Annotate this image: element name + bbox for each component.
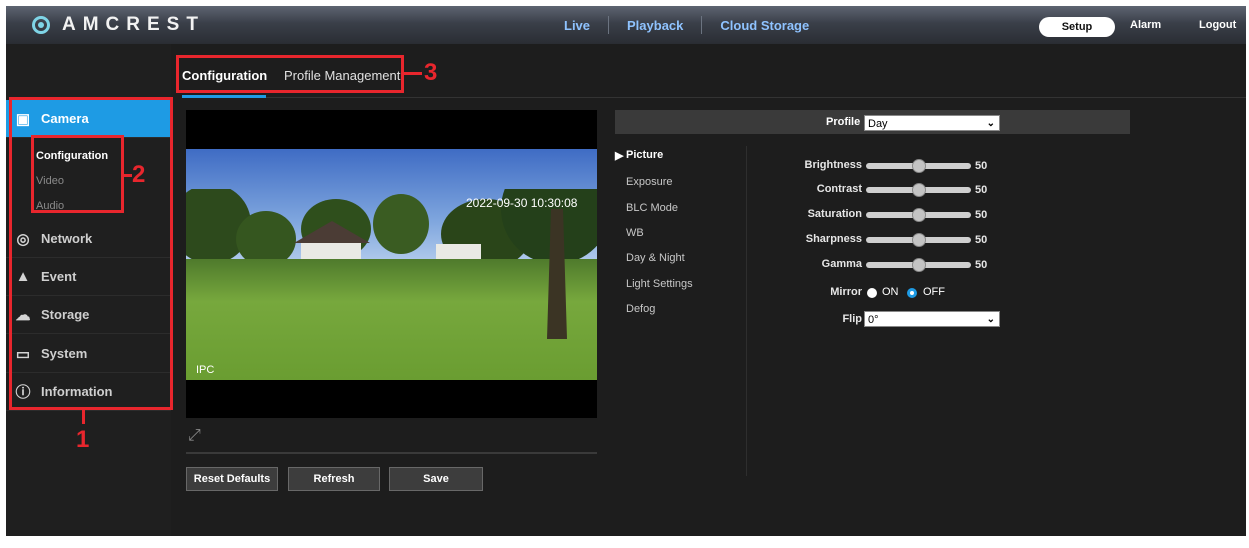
logo-icon bbox=[32, 16, 50, 34]
submenu-blc-mode[interactable]: BLC Mode bbox=[626, 202, 678, 214]
panel-divider bbox=[746, 146, 747, 476]
logo-text: AMCREST bbox=[62, 14, 205, 35]
sharpness-value: 50 bbox=[975, 234, 988, 246]
chevron-down-icon: ⌄ bbox=[986, 314, 995, 325]
gamma-value: 50 bbox=[975, 259, 988, 271]
mirror-on-radio[interactable] bbox=[867, 288, 877, 298]
submenu-label: Picture bbox=[626, 149, 664, 161]
submenu-wb[interactable]: WB bbox=[626, 227, 644, 239]
submenu-light-settings[interactable]: Light Settings bbox=[626, 278, 693, 290]
osd-channel-name: IPC bbox=[196, 364, 215, 376]
gamma-slider-knob[interactable] bbox=[912, 258, 926, 272]
refresh-button[interactable]: Refresh bbox=[288, 467, 380, 491]
saturation-label: Saturation bbox=[807, 208, 862, 220]
flip-select[interactable]: 0° ⌄ bbox=[864, 311, 1000, 327]
save-button[interactable]: Save bbox=[389, 467, 483, 491]
annotation-box-tabs bbox=[176, 55, 404, 93]
alarm-link[interactable]: Alarm bbox=[1130, 19, 1161, 31]
annotation-leader-line bbox=[124, 174, 132, 177]
saturation-value: 50 bbox=[975, 209, 988, 221]
top-bar: AMCREST Live Playback Cloud Storage Setu… bbox=[6, 6, 1246, 44]
brightness-value: 50 bbox=[975, 160, 988, 172]
triangle-right-icon: ▶ bbox=[615, 150, 624, 162]
profile-select[interactable]: Day ⌄ bbox=[864, 115, 1000, 131]
fullscreen-icon[interactable]: ⤢ bbox=[188, 427, 206, 445]
chevron-down-icon: ⌄ bbox=[986, 118, 995, 129]
flip-label: Flip bbox=[842, 313, 862, 325]
mirror-off-radio[interactable] bbox=[907, 288, 917, 298]
sharpness-slider-knob[interactable] bbox=[912, 233, 926, 247]
mirror-off-label: OFF bbox=[923, 286, 945, 298]
scene-tree-trunk bbox=[547, 209, 567, 339]
scene-roof bbox=[294, 221, 370, 243]
brightness-slider-knob[interactable] bbox=[912, 159, 926, 173]
gamma-label: Gamma bbox=[821, 258, 862, 270]
scene-lawn bbox=[186, 259, 597, 380]
video-preview: 2022-09-30 10:30:08 IPC bbox=[186, 110, 597, 418]
osd-timestamp: 2022-09-30 10:30:08 bbox=[466, 196, 578, 210]
profile-select-value: Day bbox=[868, 118, 888, 130]
nav-live[interactable]: Live bbox=[546, 18, 608, 33]
sharpness-label: Sharpness bbox=[805, 233, 862, 245]
player-bar bbox=[186, 452, 597, 454]
setup-button[interactable]: Setup bbox=[1039, 17, 1115, 37]
contrast-value: 50 bbox=[975, 184, 988, 196]
profile-label: Profile bbox=[826, 116, 861, 128]
annotation-number-3: 3 bbox=[424, 59, 438, 86]
mirror-on-label: ON bbox=[882, 286, 899, 298]
contrast-slider-knob[interactable] bbox=[912, 183, 926, 197]
logout-link[interactable]: Logout bbox=[1199, 19, 1236, 31]
submenu-picture[interactable]: ▶ Picture bbox=[615, 149, 664, 162]
brand-logo: AMCREST bbox=[32, 14, 205, 36]
tab-divider bbox=[182, 97, 1246, 98]
camera-web-ui: AMCREST Live Playback Cloud Storage Setu… bbox=[6, 6, 1246, 536]
flip-select-value: 0° bbox=[868, 314, 879, 326]
annotation-box-subitems bbox=[31, 135, 124, 213]
saturation-slider-knob[interactable] bbox=[912, 208, 926, 222]
mirror-label: Mirror bbox=[830, 286, 862, 298]
nav-playback[interactable]: Playback bbox=[609, 18, 701, 33]
annotation-leader-line bbox=[82, 410, 85, 424]
nav-cloud-storage[interactable]: Cloud Storage bbox=[702, 18, 827, 33]
camera-scene: 2022-09-30 10:30:08 bbox=[186, 149, 597, 380]
top-nav: Live Playback Cloud Storage bbox=[546, 6, 827, 44]
reset-defaults-button[interactable]: Reset Defaults bbox=[186, 467, 278, 491]
submenu-exposure[interactable]: Exposure bbox=[626, 176, 672, 188]
annotation-number-1: 1 bbox=[76, 426, 90, 453]
submenu-defog[interactable]: Defog bbox=[626, 303, 655, 315]
contrast-label: Contrast bbox=[816, 183, 862, 195]
annotation-number-2: 2 bbox=[132, 161, 146, 188]
annotation-leader-line bbox=[404, 72, 422, 75]
brightness-label: Brightness bbox=[804, 159, 862, 171]
active-tab-indicator bbox=[182, 95, 266, 98]
submenu-day-night[interactable]: Day & Night bbox=[626, 252, 685, 264]
